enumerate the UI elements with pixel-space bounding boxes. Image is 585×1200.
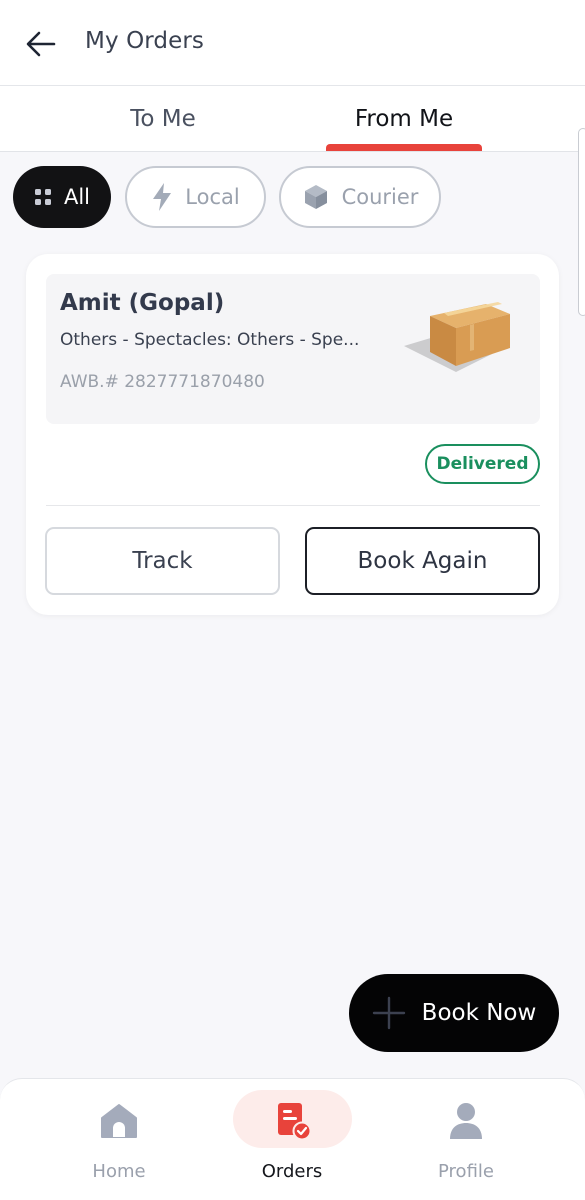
filter-chip-all[interactable]: All bbox=[13, 166, 111, 228]
active-tab-indicator bbox=[326, 144, 482, 151]
nav-label: Orders bbox=[261, 1161, 323, 1182]
plus-icon bbox=[372, 996, 405, 1030]
orders-icon bbox=[278, 1103, 312, 1141]
track-button[interactable]: Track bbox=[45, 527, 280, 595]
book-now-label: Book Now bbox=[421, 1000, 537, 1026]
nav-profile[interactable]: Profile bbox=[407, 1089, 525, 1185]
awb-number: AWB.# 2827771870480 bbox=[60, 372, 265, 392]
nav-label: Home bbox=[92, 1161, 146, 1182]
card-divider bbox=[46, 505, 540, 506]
profile-icon bbox=[450, 1103, 482, 1139]
arrow-left-icon bbox=[26, 31, 56, 57]
nav-label: Profile bbox=[438, 1161, 494, 1182]
bottom-navigation: Home Orders Profile bbox=[0, 1078, 585, 1200]
recipient-name: Amit (Gopal) bbox=[60, 290, 225, 316]
book-now-button[interactable]: Book Now bbox=[349, 974, 559, 1052]
item-description: Others - Spectacles: Others - Spe... bbox=[60, 330, 360, 350]
filter-chip-label: Local bbox=[185, 185, 240, 209]
app-header: My Orders bbox=[0, 0, 585, 86]
tab-to-me[interactable]: To Me bbox=[83, 86, 243, 152]
order-tabs: To Me From Me bbox=[0, 86, 585, 152]
package-icon bbox=[304, 185, 327, 209]
filter-chip-label: All bbox=[63, 185, 91, 209]
order-card[interactable]: Amit (Gopal) Others - Spectacles: Others… bbox=[26, 254, 559, 615]
lightning-icon bbox=[153, 183, 172, 211]
filter-chip-courier[interactable]: Courier bbox=[279, 166, 441, 228]
status-badge: Delivered bbox=[425, 444, 540, 484]
back-button[interactable] bbox=[20, 22, 64, 66]
tab-from-me[interactable]: From Me bbox=[324, 86, 484, 152]
grid-icon bbox=[34, 189, 51, 205]
page-title: My Orders bbox=[85, 28, 205, 54]
filter-chip-local[interactable]: Local bbox=[125, 166, 266, 228]
nav-orders[interactable]: Orders bbox=[233, 1089, 351, 1185]
package-box-icon bbox=[404, 302, 510, 372]
order-summary: Amit (Gopal) Others - Spectacles: Others… bbox=[46, 274, 540, 424]
scrollbar[interactable] bbox=[578, 128, 585, 316]
filter-chip-label: Courier bbox=[341, 185, 419, 209]
home-icon bbox=[101, 1104, 137, 1138]
book-again-button[interactable]: Book Again bbox=[305, 527, 540, 595]
nav-home[interactable]: Home bbox=[60, 1089, 178, 1185]
